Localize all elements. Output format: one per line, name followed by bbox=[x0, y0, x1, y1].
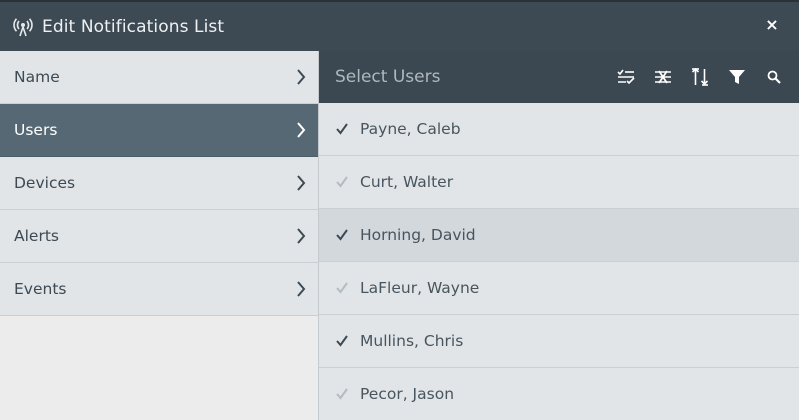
chevron-right-icon bbox=[294, 174, 308, 192]
user-row-mullins-chris[interactable]: Mullins, Chris bbox=[319, 315, 799, 368]
sidebar-item-name[interactable]: Name bbox=[0, 51, 318, 104]
filter-icon[interactable] bbox=[726, 66, 748, 88]
sidebar-item-label: Devices bbox=[14, 174, 76, 192]
sidebar-item-users[interactable]: Users bbox=[0, 104, 318, 157]
user-name: Curt, Walter bbox=[360, 173, 454, 191]
sort-icon[interactable] bbox=[689, 66, 711, 88]
deselect-all-icon[interactable] bbox=[652, 66, 674, 88]
sidebar: Name Users Devices Alerts Events bbox=[0, 51, 318, 420]
sidebar-item-events[interactable]: Events bbox=[0, 263, 318, 316]
user-list-toolbar bbox=[600, 66, 785, 88]
search-icon[interactable] bbox=[763, 66, 785, 88]
user-row-payne-caleb[interactable]: Payne, Caleb bbox=[319, 103, 799, 156]
user-selection-panel: Payne, Caleb Curt, Walter Horning, David… bbox=[319, 51, 799, 420]
select-all-icon[interactable] bbox=[615, 66, 637, 88]
broadcast-icon bbox=[12, 16, 34, 38]
sidebar-item-label: Alerts bbox=[14, 227, 59, 245]
chevron-right-icon bbox=[294, 280, 308, 298]
sidebar-item-label: Users bbox=[14, 121, 58, 139]
user-row-curt-walter[interactable]: Curt, Walter bbox=[319, 156, 799, 209]
checkmark-icon bbox=[335, 175, 349, 189]
chevron-right-icon bbox=[294, 227, 308, 245]
user-name: Payne, Caleb bbox=[360, 120, 461, 138]
user-row-horning-david[interactable]: Horning, David bbox=[319, 209, 799, 262]
select-users-input[interactable] bbox=[335, 67, 575, 87]
checkmark-icon bbox=[335, 281, 349, 295]
title-bar: Edit Notifications List × bbox=[0, 2, 799, 51]
checkmark-icon bbox=[335, 122, 349, 136]
chevron-right-icon bbox=[294, 68, 308, 86]
user-row-pecor-jason[interactable]: Pecor, Jason bbox=[319, 368, 799, 420]
checkmark-icon bbox=[335, 334, 349, 348]
close-button[interactable]: × bbox=[763, 16, 781, 34]
user-list-header bbox=[319, 51, 799, 103]
sidebar-item-devices[interactable]: Devices bbox=[0, 157, 318, 210]
sidebar-item-label: Events bbox=[14, 280, 67, 298]
user-name: Pecor, Jason bbox=[360, 385, 455, 403]
window-title: Edit Notifications List bbox=[42, 16, 225, 37]
sidebar-item-alerts[interactable]: Alerts bbox=[0, 210, 318, 263]
checkmark-icon bbox=[335, 228, 349, 242]
user-name: Horning, David bbox=[360, 226, 476, 244]
chevron-right-icon bbox=[294, 121, 308, 139]
user-name: LaFleur, Wayne bbox=[360, 279, 480, 297]
checkmark-icon bbox=[335, 387, 349, 401]
user-row-lafleur-wayne[interactable]: LaFleur, Wayne bbox=[319, 262, 799, 315]
user-name: Mullins, Chris bbox=[360, 332, 464, 350]
sidebar-item-label: Name bbox=[14, 68, 60, 86]
